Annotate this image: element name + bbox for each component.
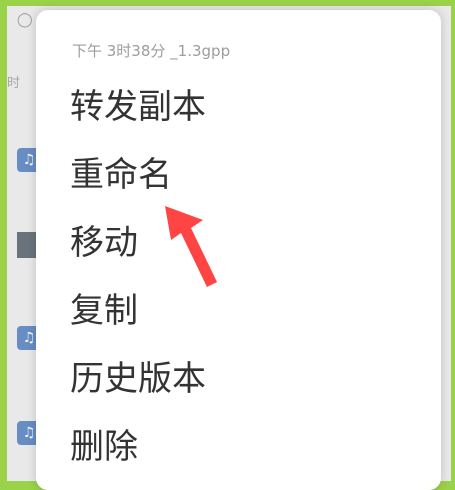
red-arrow-annotation-icon	[165, 206, 217, 287]
menu-item-rename[interactable]: 重命名	[70, 158, 172, 192]
menu-item-version-history[interactable]: 历史版本	[70, 362, 206, 396]
background-subtitle-partial: 时	[7, 76, 21, 91]
menu-file-title: 下午 3时38分 _1.3gpp	[72, 42, 231, 60]
menu-item-delete[interactable]: 删除	[70, 430, 138, 464]
background-header-partial: ◯	[17, 12, 33, 28]
menu-item-copy[interactable]: 复制	[70, 294, 138, 328]
context-menu: 下午 3时38分 _1.3gpp 转发副本 重命名 移动 复制 历史版本 删除	[36, 10, 441, 490]
menu-item-move[interactable]: 移动	[70, 226, 138, 260]
menu-item-forward-copy[interactable]: 转发副本	[70, 90, 206, 124]
